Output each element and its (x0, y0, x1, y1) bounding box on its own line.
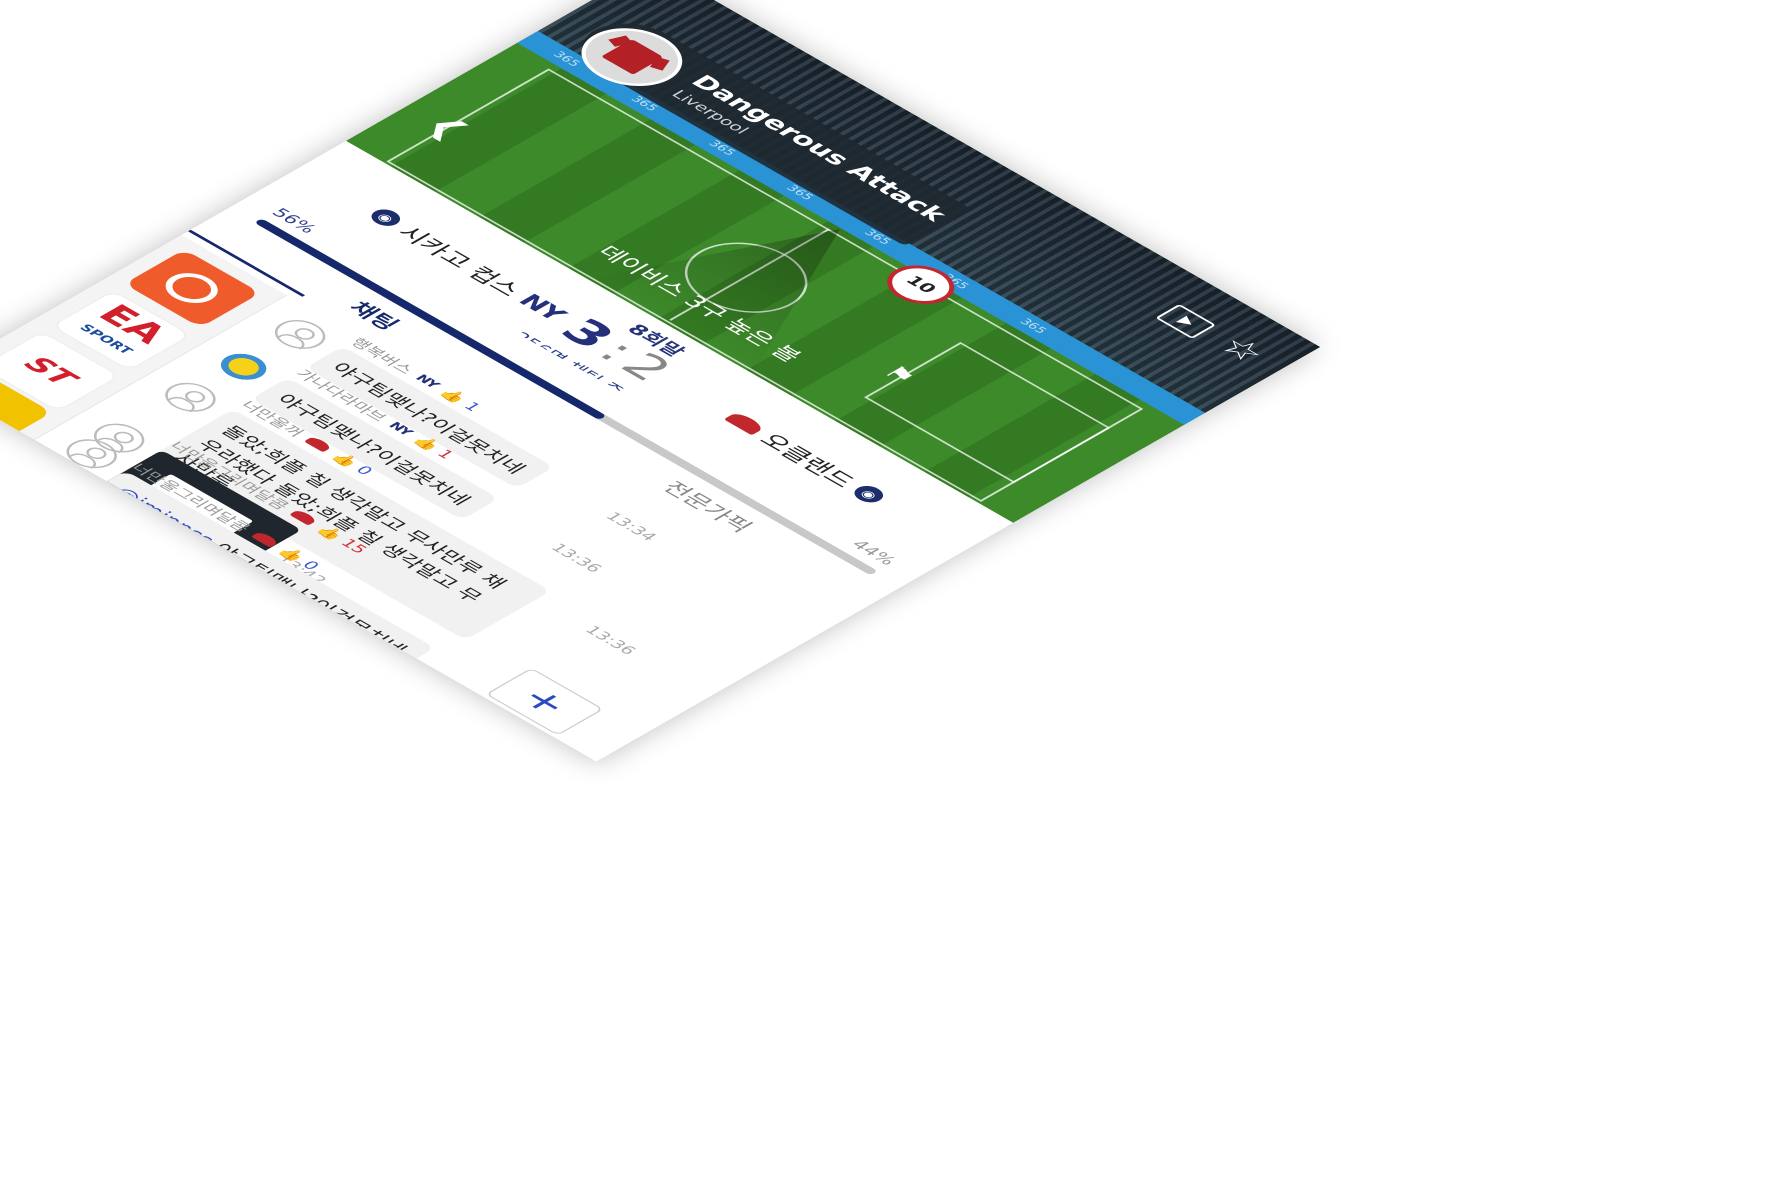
avatar[interactable] (154, 376, 226, 418)
app-screen: 365365365365365365365 Dangerous Attack L… (0, 0, 1321, 762)
shirt-icon (601, 38, 664, 75)
message-time: 13:34 (601, 509, 661, 544)
like-count: 1 (460, 399, 486, 414)
avatar[interactable] (209, 345, 281, 387)
avatar[interactable] (264, 314, 336, 355)
ny-logo-icon: NY (512, 290, 572, 325)
screen: 365365365365365365365 Dangerous Attack L… (0, 0, 1768, 1189)
message-time: 13:36 (546, 540, 607, 575)
message-time: 13:36 (580, 623, 641, 658)
trophy-icon: ◉ (365, 206, 406, 230)
like-count: 1 (433, 446, 459, 462)
cle-logo-icon (723, 411, 766, 436)
like-count: 0 (352, 463, 378, 478)
cle-logo-icon (304, 435, 334, 453)
ny-logo-icon: NY (412, 371, 443, 390)
trophy-icon: ◉ (848, 482, 890, 506)
